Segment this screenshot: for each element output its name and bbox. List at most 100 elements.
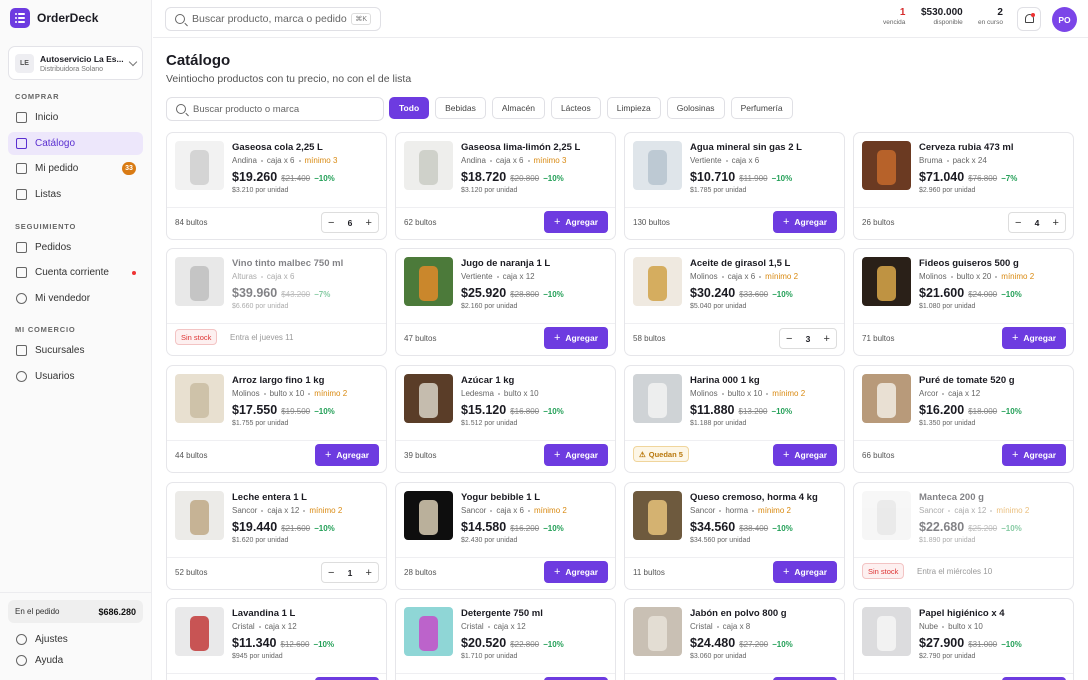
product-card[interactable]: Arroz largo fino 1 kg Molinos bulto x 10 mí…	[166, 365, 387, 473]
order-total[interactable]: En el pedido $686.280	[8, 600, 143, 623]
add-to-order-button[interactable]: + Agregar	[1002, 327, 1066, 349]
product-name[interactable]: Gaseosa cola 2,25 L	[232, 142, 380, 153]
quantity-value[interactable]: 3	[806, 334, 811, 344]
product-image[interactable]	[633, 141, 682, 190]
product-image[interactable]	[404, 491, 453, 540]
minus-icon[interactable]: −	[1015, 217, 1021, 229]
product-name[interactable]: Jabón en polvo 800 g	[690, 608, 838, 619]
product-card[interactable]: Manteca 200 g Sancor caja x 12 mínimo 2 $22.…	[853, 482, 1074, 590]
quantity-value[interactable]: 4	[1035, 218, 1040, 228]
minus-icon[interactable]: −	[328, 217, 334, 229]
product-name[interactable]: Cerveza rubia 473 ml	[919, 142, 1067, 153]
product-name[interactable]: Puré de tomate 520 g	[919, 375, 1067, 386]
product-name[interactable]: Agua mineral sin gas 2 L	[690, 142, 838, 153]
sidebar-item-pedidos[interactable]: Pedidos	[8, 236, 143, 259]
filter-chip-todo[interactable]: Todo	[389, 97, 430, 119]
add-to-order-button[interactable]: + Agregar	[544, 561, 608, 583]
add-to-order-button[interactable]: + Agregar	[773, 444, 837, 466]
sidebar-item-ajustes[interactable]: Ajustes	[8, 628, 143, 651]
add-to-order-button[interactable]: + Agregar	[1002, 444, 1066, 466]
product-name[interactable]: Arroz largo fino 1 kg	[232, 375, 380, 386]
product-card[interactable]: Harina 000 1 kg Molinos bulto x 10 mínimo 2…	[624, 365, 845, 473]
stat-en-curso[interactable]: 2 en curso	[978, 7, 1003, 26]
sidebar-item-mi-pedido[interactable]: Mi pedido 33	[8, 157, 143, 180]
quantity-stepper[interactable]: − 1 +	[321, 562, 379, 583]
product-card[interactable]: Aceite de girasol 1,5 L Molinos caja x 6 mí…	[624, 248, 845, 356]
product-image[interactable]	[862, 374, 911, 423]
product-card[interactable]: Leche entera 1 L Sancor caja x 12 mínimo 2 $…	[166, 482, 387, 590]
product-card[interactable]: Jabón en polvo 800 g Cristal caja x 8 $24.4…	[624, 598, 845, 680]
product-image[interactable]	[404, 607, 453, 656]
product-card[interactable]: Gaseosa cola 2,25 L Andina caja x 6 mínimo …	[166, 132, 387, 240]
catalog-search-input[interactable]: Buscar producto o marca	[166, 97, 384, 121]
filter-chip-perfumeria[interactable]: Perfumería	[730, 97, 793, 119]
product-name[interactable]: Detergente 750 ml	[461, 608, 609, 619]
product-card[interactable]: Vino tinto malbec 750 ml Alturas caja x 6 $…	[166, 248, 387, 356]
sidebar-item-sucursales[interactable]: Sucursales	[8, 339, 143, 362]
product-card[interactable]: Jugo de naranja 1 L Vertiente caja x 12 $25…	[395, 248, 616, 356]
sidebar-item-inicio[interactable]: Inicio	[8, 106, 143, 129]
stat-vencida[interactable]: 1 vencida	[883, 7, 905, 26]
add-to-order-button[interactable]: + Agregar	[544, 327, 608, 349]
product-name[interactable]: Vino tinto malbec 750 ml	[232, 258, 380, 269]
product-name[interactable]: Gaseosa lima-limón 2,25 L	[461, 142, 609, 153]
product-name[interactable]: Leche entera 1 L	[232, 492, 380, 503]
store-selector[interactable]: LE Autoservicio La Es... Distribuidora S…	[8, 46, 143, 80]
product-card[interactable]: Gaseosa lima-limón 2,25 L Andina caja x 6 m…	[395, 132, 616, 240]
product-image[interactable]	[862, 141, 911, 190]
plus-icon[interactable]: +	[366, 567, 372, 579]
minus-icon[interactable]: −	[328, 567, 334, 579]
product-card[interactable]: Cerveza rubia 473 ml Bruma pack x 24 $71.04…	[853, 132, 1074, 240]
product-image[interactable]	[862, 491, 911, 540]
product-card[interactable]: Agua mineral sin gas 2 L Vertiente caja x …	[624, 132, 845, 240]
add-to-order-button[interactable]: + Agregar	[544, 444, 608, 466]
product-name[interactable]: Aceite de girasol 1,5 L	[690, 258, 838, 269]
add-to-order-button[interactable]: + Agregar	[773, 561, 837, 583]
product-name[interactable]: Papel higiénico x 4	[919, 608, 1067, 619]
product-image[interactable]	[175, 491, 224, 540]
quantity-value[interactable]: 6	[348, 218, 353, 228]
product-image[interactable]	[862, 257, 911, 306]
product-card[interactable]: Yogur bebible 1 L Sancor caja x 6 mínimo 2 $…	[395, 482, 616, 590]
product-image[interactable]	[175, 607, 224, 656]
product-name[interactable]: Harina 000 1 kg	[690, 375, 838, 386]
product-image[interactable]	[633, 491, 682, 540]
sidebar-item-mi-vendedor[interactable]: Mi vendedor	[8, 287, 143, 310]
quantity-stepper[interactable]: − 3 +	[779, 328, 837, 349]
brand[interactable]: OrderDeck	[10, 8, 98, 28]
plus-icon[interactable]: +	[824, 333, 830, 345]
filter-chip-almacen[interactable]: Almacén	[491, 97, 545, 119]
quantity-stepper[interactable]: − 6 +	[321, 212, 379, 233]
product-name[interactable]: Manteca 200 g	[919, 492, 1067, 503]
filter-chip-limpieza[interactable]: Limpieza	[606, 97, 661, 119]
product-name[interactable]: Azúcar 1 kg	[461, 375, 609, 386]
product-image[interactable]	[404, 374, 453, 423]
product-image[interactable]	[404, 257, 453, 306]
product-image[interactable]	[175, 141, 224, 190]
product-image[interactable]	[633, 257, 682, 306]
product-image[interactable]	[175, 374, 224, 423]
add-to-order-button[interactable]: + Agregar	[315, 444, 379, 466]
filter-chip-lacteos[interactable]: Lácteos	[550, 97, 601, 119]
product-card[interactable]: Lavandina 1 L Cristal caja x 12 $11.340 $12.…	[166, 598, 387, 680]
plus-icon[interactable]: +	[1053, 217, 1059, 229]
add-to-order-button[interactable]: + Agregar	[773, 211, 837, 233]
product-card[interactable]: Puré de tomate 520 g Arcor caja x 12 $16.20…	[853, 365, 1074, 473]
stat-disponible[interactable]: $530.000 disponible	[921, 7, 963, 26]
quantity-value[interactable]: 1	[348, 568, 353, 578]
product-name[interactable]: Queso cremoso, horma 4 kg	[690, 492, 838, 503]
add-to-order-button[interactable]: + Agregar	[544, 211, 608, 233]
sidebar-item-cuenta-corriente[interactable]: Cuenta corriente	[8, 261, 143, 284]
sidebar-item-listas[interactable]: Listas	[8, 183, 143, 206]
product-image[interactable]	[633, 607, 682, 656]
product-image[interactable]	[862, 607, 911, 656]
sidebar-item-ayuda[interactable]: Ayuda	[8, 649, 143, 672]
quantity-stepper[interactable]: − 4 +	[1008, 212, 1066, 233]
filter-chip-golosinas[interactable]: Golosinas	[666, 97, 725, 119]
product-name[interactable]: Lavandina 1 L	[232, 608, 380, 619]
notifications-button[interactable]	[1017, 7, 1041, 31]
product-image[interactable]	[404, 141, 453, 190]
product-card[interactable]: Queso cremoso, horma 4 kg Sancor horma míni…	[624, 482, 845, 590]
plus-icon[interactable]: +	[366, 217, 372, 229]
minus-icon[interactable]: −	[786, 333, 792, 345]
